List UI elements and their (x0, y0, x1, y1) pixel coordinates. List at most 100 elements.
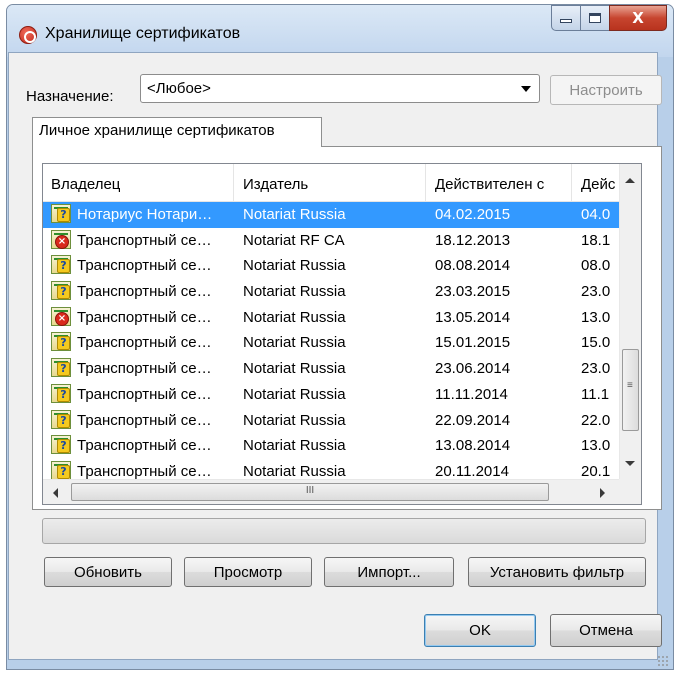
cell-valid-from: 23.06.2014 (435, 360, 511, 378)
tab-personal-store[interactable]: Личное хранилище сертификатов (32, 117, 322, 147)
cell-issuer: Notariat Russia (243, 308, 346, 326)
list-rows: ? Нотариус Нотари… Notariat Russia 04.02.20… (43, 202, 619, 480)
certificate-invalid-icon: × (51, 306, 73, 327)
cell-owner: Транспортный се… (77, 283, 212, 301)
cancel-button[interactable]: Отмена (550, 614, 662, 647)
view-button[interactable]: Просмотр (184, 557, 312, 587)
cell-valid-from: 08.08.2014 (435, 257, 511, 275)
cell-issuer: Notariat Russia (243, 334, 346, 352)
maximize-button[interactable] (580, 5, 610, 31)
certificate-list[interactable]: Владелец Издатель Действителен с Дейс ? Н… (42, 163, 642, 505)
table-row[interactable]: ? Транспортный се… Notariat Russia 08.08.20… (43, 253, 619, 279)
cell-valid-to: 20.1 (581, 462, 611, 480)
table-row[interactable]: ? Транспортный се… Notariat Russia 22.09.20… (43, 408, 619, 434)
column-header-issuer[interactable]: Издатель (235, 164, 425, 202)
cell-valid-from: 23.03.2015 (435, 283, 511, 301)
table-row[interactable]: ? Транспортный се… Notariat Russia 23.06.20… (43, 356, 619, 382)
cell-owner: Транспортный се… (77, 437, 212, 455)
cell-valid-from: 13.08.2014 (435, 437, 511, 455)
table-row[interactable]: ? Нотариус Нотари… Notariat Russia 04.02.20… (43, 202, 619, 228)
certificate-unverified-icon: ? (51, 383, 73, 404)
cell-owner: Транспортный се… (77, 257, 212, 275)
list-header: Владелец Издатель Действителен с Дейс (43, 164, 619, 202)
resize-grip-icon[interactable] (657, 655, 669, 667)
close-icon: X (632, 9, 644, 27)
purpose-selected-value: <Любое> (147, 80, 211, 97)
table-row[interactable]: ? Транспортный се… Notariat Russia 15.01.20… (43, 330, 619, 356)
cell-valid-to: 11.1 (581, 385, 610, 403)
cell-valid-from: 20.11.2014 (435, 462, 509, 480)
cell-owner: Транспортный се… (77, 411, 212, 429)
cell-valid-to: 23.0 (581, 360, 611, 378)
table-row[interactable]: × Транспортный се… Notariat Russia 13.05.20… (43, 305, 619, 331)
column-divider[interactable] (571, 164, 572, 202)
column-divider[interactable] (233, 164, 234, 202)
ok-button[interactable]: OK (424, 614, 536, 647)
scroll-left-icon[interactable] (53, 488, 58, 498)
cell-owner: Транспортный се… (77, 334, 212, 352)
cell-issuer: Notariat Russia (243, 283, 346, 301)
certificate-invalid-icon: × (51, 229, 73, 250)
cell-valid-from: 04.02.2015 (435, 206, 511, 223)
app-icon (19, 26, 37, 44)
table-row[interactable]: ? Транспортный се… Notariat Russia 13.08.20… (43, 433, 619, 459)
column-header-owner[interactable]: Владелец (43, 164, 233, 202)
cell-owner: Транспортный се… (77, 231, 212, 249)
certificate-unverified-icon: ? (51, 204, 73, 224)
cell-issuer: Notariat Russia (243, 385, 346, 403)
cell-valid-to: 04.0 (581, 206, 611, 223)
cell-valid-from: 13.05.2014 (435, 308, 511, 326)
table-row[interactable]: ? Транспортный се… Notariat Russia 23.03.20… (43, 279, 619, 305)
cell-valid-to: 23.0 (581, 283, 611, 301)
scrollbar-corner (619, 479, 641, 504)
vertical-scrollbar[interactable]: ≡ (619, 164, 641, 480)
vertical-scroll-thumb[interactable]: ≡ (622, 349, 639, 431)
grip-icon: ≡ (627, 380, 633, 391)
cell-valid-to: 08.0 (581, 257, 611, 275)
configure-button[interactable]: Настроить (550, 75, 662, 105)
scroll-down-icon[interactable] (625, 461, 635, 466)
cell-valid-from: 18.12.2013 (435, 231, 511, 249)
certificate-unverified-icon: ? (51, 409, 73, 430)
certificate-unverified-icon: ? (51, 255, 73, 275)
column-header-valid-to[interactable]: Дейс (573, 164, 619, 202)
cell-valid-to: 18.1 (581, 231, 611, 249)
table-row[interactable]: × Транспортный се… Notariat RF CA 18.12.201… (43, 228, 619, 254)
chevron-down-icon[interactable] (521, 86, 531, 92)
column-divider[interactable] (425, 164, 426, 202)
table-row[interactable]: ? Транспортный се… Notariat Russia 11.11.20… (43, 382, 619, 408)
progress-bar (42, 518, 646, 544)
cell-issuer: Notariat Russia (243, 462, 346, 480)
cell-owner: Транспортный се… (77, 462, 212, 480)
cell-owner: Транспортный се… (77, 385, 212, 403)
horizontal-scroll-thumb[interactable]: III (71, 483, 549, 501)
cell-valid-to: 13.0 (581, 437, 611, 455)
scroll-up-icon[interactable] (625, 178, 635, 183)
import-button[interactable]: Импорт... (324, 557, 454, 587)
close-button[interactable]: X (609, 5, 667, 31)
purpose-select[interactable]: <Любое> (140, 74, 540, 103)
minimize-icon (560, 19, 572, 23)
cell-issuer: Notariat Russia (243, 257, 346, 275)
certificate-unverified-icon: ? (51, 281, 73, 301)
cell-valid-from: 15.01.2015 (435, 334, 511, 352)
set-filter-button[interactable]: Установить фильтр (468, 557, 646, 587)
cell-owner: Транспортный се… (77, 308, 212, 326)
cell-owner: Нотариус Нотари… (77, 206, 213, 223)
cell-valid-from: 22.09.2014 (435, 411, 511, 429)
column-header-valid-from[interactable]: Действителен с (427, 164, 571, 202)
certificate-unverified-icon: ? (51, 435, 73, 455)
cell-issuer: Notariat Russia (243, 360, 346, 378)
title-bar[interactable]: Хранилище сертификатов X (7, 5, 673, 57)
refresh-button[interactable]: Обновить (44, 557, 172, 587)
certificate-unverified-icon: ? (51, 460, 73, 480)
horizontal-scrollbar[interactable]: III (43, 479, 619, 504)
cell-owner: Транспортный се… (77, 360, 212, 378)
cell-valid-to: 13.0 (581, 308, 611, 326)
table-row[interactable]: ? Транспортный се… Notariat Russia 20.11.20… (43, 459, 619, 480)
minimize-button[interactable] (551, 5, 581, 31)
cell-valid-to: 15.0 (581, 334, 611, 352)
scroll-right-icon[interactable] (600, 488, 605, 498)
cell-issuer: Notariat Russia (243, 206, 346, 223)
certificate-unverified-icon: ? (51, 332, 73, 352)
